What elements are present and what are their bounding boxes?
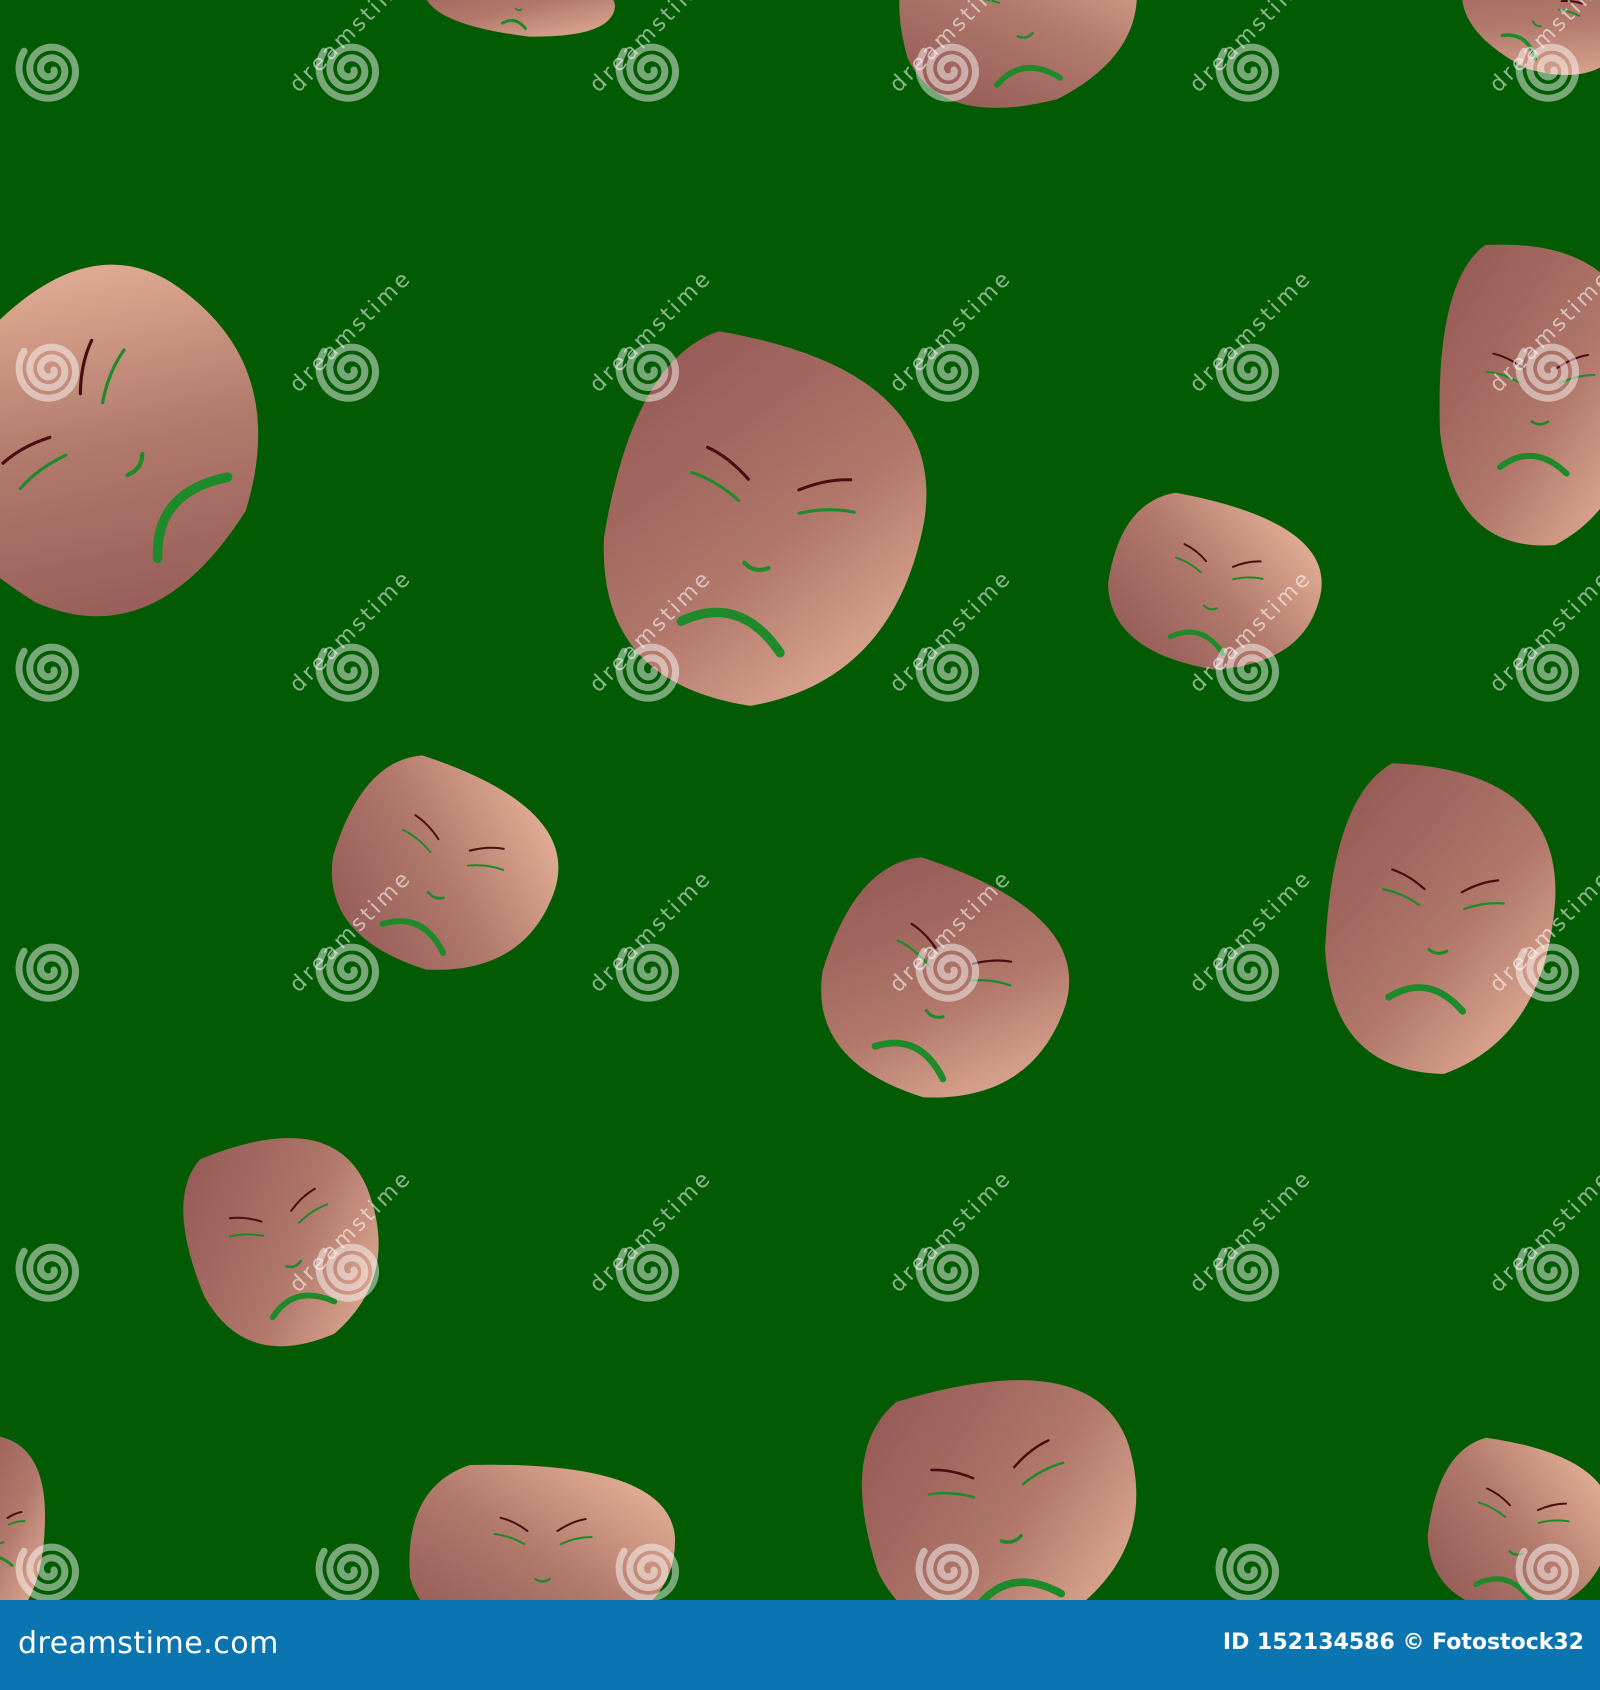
stock-image: dreamstime dreamstime dreamstime dreamstime… — [0, 0, 1600, 1690]
sad-face-mask — [424, 0, 616, 37]
watermark-spiral-icon — [315, 1543, 380, 1600]
watermark-spiral-icon — [1515, 1543, 1580, 1600]
sad-face-mask — [1324, 762, 1555, 1074]
watermark-spiral-icon — [1215, 1543, 1280, 1600]
sad-face-mask — [0, 264, 259, 617]
watermark-spiral-icon — [15, 943, 80, 1002]
face-nose — [0, 1541, 5, 1545]
watermark-spiral-icon — [615, 1543, 680, 1600]
face-shape — [1324, 762, 1555, 1074]
stock-credit: ID 152134586 © Fotostock32 — [1222, 1630, 1584, 1655]
watermark-spiral-icon — [15, 1243, 80, 1302]
watermark-spiral-icon — [15, 1543, 80, 1600]
watermark-spiral-icon — [15, 643, 80, 702]
seamless-pattern: dreamstime dreamstime dreamstime dreamstime… — [0, 0, 1600, 1600]
watermark-spiral-icon — [15, 43, 80, 102]
face-shape — [0, 264, 259, 617]
site-name: dreamstime.com — [18, 1626, 279, 1661]
watermark-spiral-icon — [15, 343, 80, 402]
watermark-spiral-icon — [915, 1543, 980, 1600]
watermark-footer-bar: dreamstime.com ID 152134586 © Fotostock3… — [0, 1600, 1600, 1690]
sad-face-mask — [861, 1379, 1136, 1600]
face-shape — [861, 1379, 1136, 1600]
